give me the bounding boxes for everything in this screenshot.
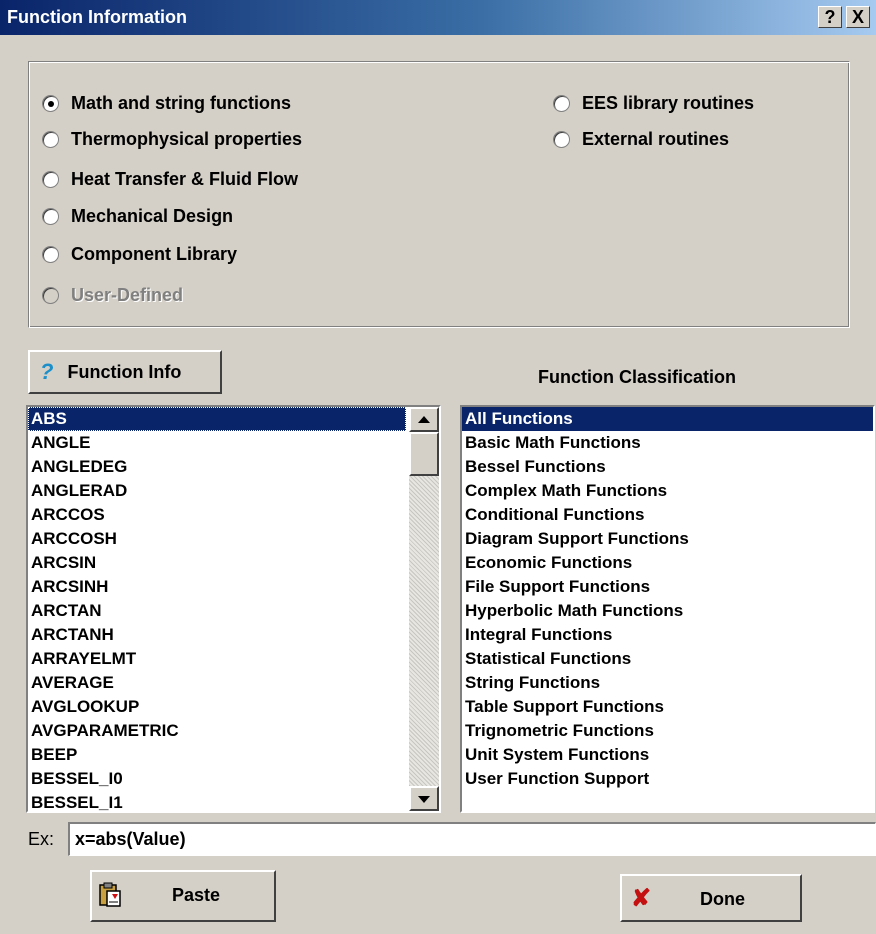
classification-list-item[interactable]: Trignometric Functions xyxy=(462,719,873,743)
radio-label: Thermophysical properties xyxy=(71,128,303,149)
radio-indicator[interactable] xyxy=(42,245,59,263)
radio-label: Component Library xyxy=(71,243,238,264)
red-x-icon: ✘ xyxy=(631,885,652,912)
radio-indicator[interactable] xyxy=(553,130,570,148)
radio-indicator[interactable] xyxy=(42,170,59,188)
function-list-item[interactable]: ARRAYELMT xyxy=(28,647,439,671)
radio-category-4[interactable]: Component Library xyxy=(42,243,237,265)
paste-button[interactable]: Paste xyxy=(90,870,276,922)
done-button[interactable]: ✘ Done xyxy=(620,874,802,922)
radio-indicator[interactable] xyxy=(42,130,59,148)
radio-category-0[interactable]: Math and string functions xyxy=(42,92,291,114)
function-info-button[interactable]: ? Function Info xyxy=(28,350,222,394)
paste-label: Paste xyxy=(172,885,221,905)
classification-list-item[interactable]: Diagram Support Functions xyxy=(462,527,873,551)
function-list-item[interactable]: BESSEL_I0 xyxy=(28,767,439,791)
radio-indicator[interactable] xyxy=(42,207,59,225)
radio-category-2[interactable]: Heat Transfer & Fluid Flow xyxy=(42,168,298,190)
radio-category-5: User-Defined xyxy=(42,284,183,306)
title-bar: Function Information ? X xyxy=(0,0,876,35)
function-list-item[interactable]: ARCCOS xyxy=(28,503,439,527)
radio-label: User-Defined xyxy=(71,284,184,305)
radio-indicator xyxy=(42,286,59,304)
radio-label: Math and string functions xyxy=(71,92,291,113)
radio-category-6[interactable]: EES library routines xyxy=(553,92,754,114)
function-list-item[interactable]: ARCTAN xyxy=(28,599,439,623)
radio-label: Mechanical Design xyxy=(71,205,234,226)
help-button[interactable]: ? xyxy=(818,6,842,28)
radio-label: Heat Transfer & Fluid Flow xyxy=(71,168,299,189)
classification-list[interactable]: All Functions Basic Math Functions Bessel … xyxy=(460,405,875,813)
radio-category-3[interactable]: Mechanical Design xyxy=(42,205,233,227)
radio-label: EES library routines xyxy=(582,92,755,113)
scroll-up-button[interactable] xyxy=(409,407,439,432)
done-label: Done xyxy=(700,889,745,909)
function-list-scrollbar[interactable] xyxy=(409,407,439,811)
classification-list-item[interactable]: Integral Functions xyxy=(462,623,873,647)
classification-list-item[interactable]: File Support Functions xyxy=(462,575,873,599)
classification-list-item[interactable]: Complex Math Functions xyxy=(462,479,873,503)
classification-label: Function Classification xyxy=(538,367,737,387)
function-list-item[interactable]: AVERAGE xyxy=(28,671,439,695)
classification-list-item[interactable]: Unit System Functions xyxy=(462,743,873,767)
example-field[interactable]: x=abs(Value) xyxy=(68,822,876,856)
function-info-label: Function Info xyxy=(67,361,182,382)
function-list-item[interactable]: ABS xyxy=(28,407,406,431)
question-icon: ? xyxy=(40,359,54,384)
function-list-item[interactable]: ARCTANH xyxy=(28,623,439,647)
function-list[interactable]: ABS ANGLE ANGLEDEG ANGLERAD ARCCOS ARCCOSH ARC… xyxy=(26,405,441,813)
classification-list-item[interactable]: Table Support Functions xyxy=(462,695,873,719)
scroll-thumb[interactable] xyxy=(409,432,439,476)
function-list-item[interactable]: ANGLE xyxy=(28,431,439,455)
function-list-item[interactable]: ARCSIN xyxy=(28,551,439,575)
classification-list-item[interactable]: String Functions xyxy=(462,671,873,695)
function-list-item[interactable]: ANGLERAD xyxy=(28,479,439,503)
classification-list-item[interactable]: Statistical Functions xyxy=(462,647,873,671)
example-label: Ex: xyxy=(28,829,55,849)
radio-indicator[interactable] xyxy=(42,94,59,112)
function-list-item[interactable]: ARCSINH xyxy=(28,575,439,599)
classification-list-item[interactable]: Hyperbolic Math Functions xyxy=(462,599,873,623)
classification-list-item[interactable]: User Function Support xyxy=(462,767,873,791)
scroll-down-button[interactable] xyxy=(409,786,439,811)
radio-category-1[interactable]: Thermophysical properties xyxy=(42,128,302,150)
classification-list-item[interactable]: Bessel Functions xyxy=(462,455,873,479)
radio-label: External routines xyxy=(582,128,730,149)
classification-list-item[interactable]: Basic Math Functions xyxy=(462,431,873,455)
radio-indicator[interactable] xyxy=(553,94,570,112)
function-list-item[interactable]: AVGLOOKUP xyxy=(28,695,439,719)
window-title: Function Information xyxy=(7,7,187,27)
function-list-item[interactable]: BESSEL_I1 xyxy=(28,791,439,811)
function-list-item[interactable]: ARCCOSH xyxy=(28,527,439,551)
classification-list-item[interactable]: Conditional Functions xyxy=(462,503,873,527)
function-list-item[interactable]: BEEP xyxy=(28,743,439,767)
clipboard-paste-icon xyxy=(99,882,121,907)
classification-list-item[interactable]: All Functions xyxy=(462,407,873,431)
classification-list-item[interactable]: Economic Functions xyxy=(462,551,873,575)
function-list-item[interactable]: AVGPARAMETRIC xyxy=(28,719,439,743)
function-list-item[interactable]: ANGLEDEG xyxy=(28,455,439,479)
radio-category-7[interactable]: External routines xyxy=(553,128,729,150)
close-button[interactable]: X xyxy=(846,6,870,28)
